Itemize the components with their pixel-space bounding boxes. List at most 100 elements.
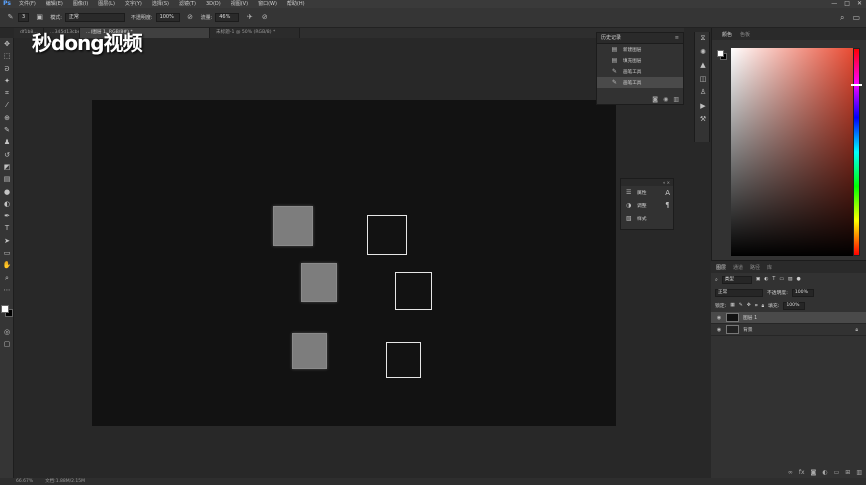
mode-select[interactable]: 正常 xyxy=(64,13,125,22)
snapshot-camera-icon[interactable]: ◉ xyxy=(663,96,668,103)
more-tools-icon[interactable]: ⋯ xyxy=(0,284,14,296)
tab-layers[interactable]: 图层 xyxy=(716,264,726,271)
opacity-field[interactable]: 100% xyxy=(155,13,180,22)
delete-layer-icon[interactable]: ▥ xyxy=(856,469,862,476)
lock-artboard-icon[interactable]: ⌗ xyxy=(755,303,758,309)
new-group-icon[interactable]: ▭ xyxy=(834,469,840,476)
history-brush-tool-icon[interactable]: ↺ xyxy=(0,149,14,161)
tab-document-4[interactable]: 未标题-1 @ 50% (RGB/8) * xyxy=(210,28,300,38)
tab-paths[interactable]: 路径 xyxy=(750,264,760,271)
eyedropper-tool-icon[interactable]: ⁄ xyxy=(0,99,14,111)
magic-wand-tool-icon[interactable]: ✦ xyxy=(0,75,14,87)
hand-tool-icon[interactable]: ✋ xyxy=(0,259,14,271)
menu-edit[interactable]: 编辑(E) xyxy=(41,0,68,8)
panel-menu-icon[interactable]: ≡ xyxy=(675,33,679,44)
marquee-tool-icon[interactable]: ⬚ xyxy=(0,50,14,62)
fill-field[interactable]: 100% xyxy=(783,301,806,310)
crop-tool-icon[interactable]: ⌗ xyxy=(0,87,14,99)
filter-pixel-icon[interactable]: ▣ xyxy=(756,277,761,282)
history-icon[interactable]: ⧖ xyxy=(695,32,711,46)
maximize-button[interactable]: □ xyxy=(844,0,850,8)
lock-transparency-icon[interactable]: ▦ xyxy=(730,303,735,308)
filter-type-icon[interactable]: T xyxy=(772,277,775,282)
mini-panel-header[interactable]: « × xyxy=(621,179,673,186)
pen-tool-icon[interactable]: ✒ xyxy=(0,210,14,222)
new-layer-icon[interactable]: ⊞ xyxy=(845,469,850,476)
color-picker-field[interactable] xyxy=(731,48,857,256)
clone-source-icon[interactable]: ♙ xyxy=(695,86,711,100)
hue-slider-handle[interactable] xyxy=(851,84,862,86)
lock-position-icon[interactable]: ✥ xyxy=(747,303,751,308)
lasso-tool-icon[interactable]: ᘐ xyxy=(0,63,14,75)
add-mask-icon[interactable]: ◙ xyxy=(811,469,817,476)
screen-mode-icon[interactable]: ▢ xyxy=(0,338,14,350)
menu-help[interactable]: 帮助(H) xyxy=(282,0,310,8)
type-tool-icon[interactable]: T xyxy=(0,222,14,234)
menu-3d[interactable]: 3D(D) xyxy=(201,0,226,8)
link-layers-icon[interactable]: ∞ xyxy=(788,469,793,476)
blur-tool-icon[interactable]: ● xyxy=(0,186,14,198)
close-button[interactable]: ✕ xyxy=(857,0,862,8)
filter-smart-object-icon[interactable]: ▧ xyxy=(788,277,793,282)
workspace-icon[interactable]: ▭ xyxy=(852,13,860,23)
layer-row-selected[interactable]: ◉ 图层 1 xyxy=(711,312,866,324)
dodge-tool-icon[interactable]: ◐ xyxy=(0,198,14,210)
layer-style-icon[interactable]: fx xyxy=(799,469,805,476)
healing-brush-tool-icon[interactable]: ⊕ xyxy=(0,112,14,124)
stamp-tool-icon[interactable]: ♟ xyxy=(0,136,14,148)
actions-icon[interactable]: ▶ xyxy=(695,100,711,114)
quick-mask-icon[interactable]: ◎ xyxy=(0,326,14,338)
eraser-tool-icon[interactable]: ◩ xyxy=(0,161,14,173)
zoom-level[interactable]: 66.67% xyxy=(16,478,33,485)
filter-adjustment-icon[interactable]: ◐ xyxy=(764,277,768,282)
visibility-eye-icon[interactable]: ◉ xyxy=(715,315,723,321)
history-item[interactable]: ▤ 新建图层 xyxy=(597,44,683,55)
tab-libraries[interactable]: 库 xyxy=(767,264,772,271)
path-selection-tool-icon[interactable]: ➤ xyxy=(0,235,14,247)
foreground-color-swatch[interactable] xyxy=(1,305,9,313)
layer-filter-select[interactable]: 类型 xyxy=(721,275,752,284)
shape-tool-icon[interactable]: ▭ xyxy=(0,247,14,259)
pressure-size-icon[interactable]: ⊘ xyxy=(260,13,269,22)
histogram-icon[interactable]: ▲ xyxy=(695,59,711,73)
tab-channels[interactable]: 通道 xyxy=(733,264,743,271)
document-canvas[interactable] xyxy=(92,100,616,426)
zoom-tool-icon[interactable]: ⌕ xyxy=(0,272,14,284)
hue-slider[interactable] xyxy=(853,48,860,256)
menu-type[interactable]: 文字(Y) xyxy=(120,0,147,8)
menu-layer[interactable]: 图层(L) xyxy=(93,0,120,8)
gradient-tool-icon[interactable]: ▤ xyxy=(0,173,14,185)
filter-shape-icon[interactable]: ▭ xyxy=(779,277,784,282)
airbrush-icon[interactable]: ✈ xyxy=(245,13,254,22)
pressure-opacity-icon[interactable]: ⊘ xyxy=(186,13,195,22)
blend-mode-select[interactable]: 正常 xyxy=(715,288,763,297)
brush-tool-icon[interactable]: ✎ xyxy=(0,124,14,136)
layer-row[interactable]: ◉ 背景 🔒︎ xyxy=(711,324,866,336)
foreground-color-chip[interactable] xyxy=(717,50,724,57)
minimize-button[interactable]: — xyxy=(831,0,837,8)
navigator-icon[interactable]: ◫ xyxy=(695,73,711,87)
menu-select[interactable]: 选择(S) xyxy=(147,0,174,8)
brush-size-field[interactable]: 3 xyxy=(18,13,30,22)
menu-file[interactable]: 文件(F) xyxy=(14,0,41,8)
paragraph-icon[interactable]: ¶ xyxy=(665,201,670,209)
lock-pixels-icon[interactable]: ✎ xyxy=(739,303,743,308)
menu-window[interactable]: 窗口(W) xyxy=(253,0,282,8)
character-icon[interactable]: A xyxy=(665,189,670,197)
new-adjustment-icon[interactable]: ◐ xyxy=(822,469,827,476)
layer-opacity-field[interactable]: 100% xyxy=(791,288,814,297)
history-item[interactable]: ✎ 画笔工具 xyxy=(597,66,683,77)
trash-icon[interactable]: ▥ xyxy=(673,96,679,103)
flow-field[interactable]: 46% xyxy=(215,13,240,22)
history-item-selected[interactable]: ✎ 画笔工具 xyxy=(597,77,683,88)
search-icon[interactable]: ⌕ xyxy=(840,13,844,23)
lock-all-icon[interactable]: 🔒︎ xyxy=(762,303,765,309)
styles-item[interactable]: ▧ 样式 xyxy=(621,212,673,225)
tab-color[interactable]: 颜色 xyxy=(722,31,732,38)
history-item[interactable]: ▤ 填充图层 xyxy=(597,55,683,66)
menu-view[interactable]: 视图(V) xyxy=(226,0,253,8)
move-tool-icon[interactable]: ✥ xyxy=(0,38,14,50)
brush-panel-icon[interactable]: ▣ xyxy=(35,13,44,22)
tab-swatches[interactable]: 色板 xyxy=(740,31,750,38)
menu-image[interactable]: 图像(I) xyxy=(68,0,93,8)
